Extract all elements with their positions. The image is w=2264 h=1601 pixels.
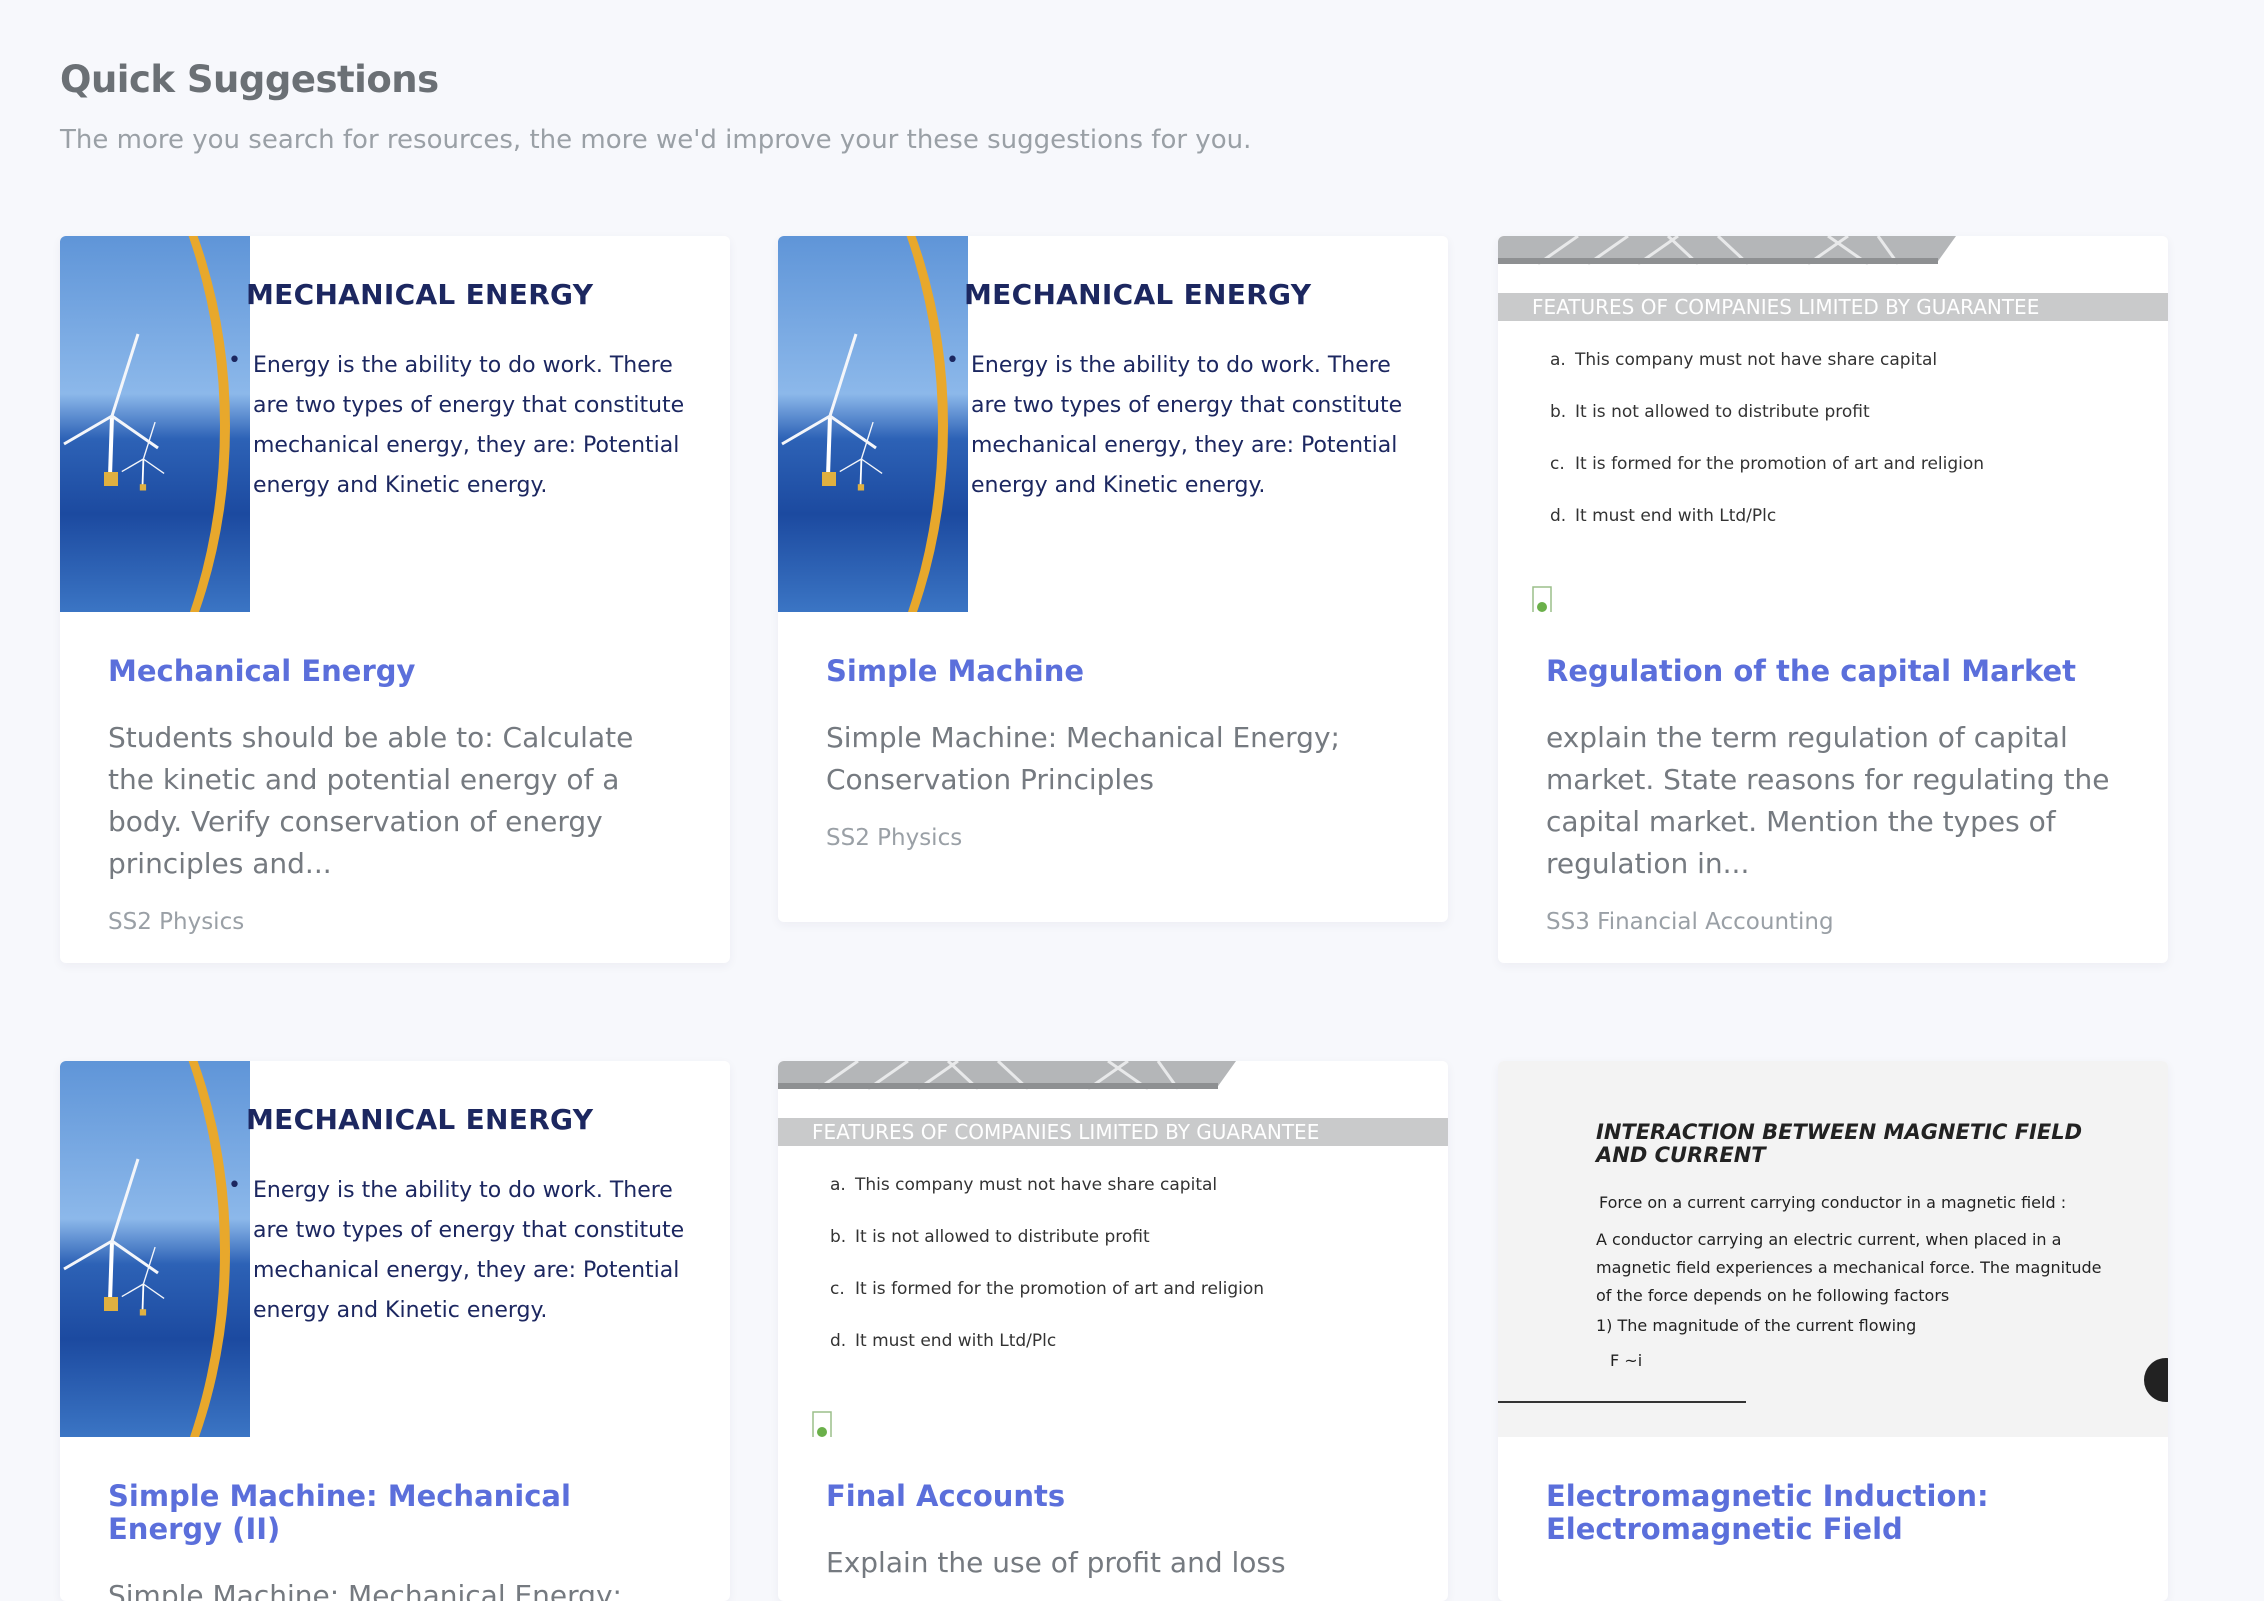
card-title-link[interactable]: Final Accounts — [826, 1480, 1400, 1513]
slide-audio-icon — [1532, 586, 1552, 612]
resource-card-capital-market[interactable]: FEATURES OF COMPANIES LIMITED BY GUARANT… — [1498, 236, 2168, 963]
card-thumbnail: FEATURES OF COMPANIES LIMITED BY GUARANT… — [1498, 236, 2168, 612]
list-item: d. It must end with Ltd/Plc — [1550, 506, 1777, 526]
bullet-icon: • — [228, 348, 241, 373]
card-thumbnail: MECHANICAL ENERGY • Energy is the abilit… — [778, 236, 1448, 612]
card-subject: SS2 Physics — [826, 825, 963, 851]
section-subtitle: The more you search for resources, the m… — [60, 125, 1252, 155]
card-title-link[interactable]: Simple Machine: Mechanical Energy (II) — [108, 1480, 682, 1546]
slide-text: Force on a current carrying conductor in… — [1599, 1193, 2067, 1212]
slide-text: 1) The magnitude of the current flowing — [1596, 1316, 1917, 1335]
card-description: Simple Machine: Mechanical Energy; — [108, 1579, 622, 1601]
card-thumbnail: MECHANICAL ENERGY • Energy is the abilit… — [60, 236, 730, 612]
slide-title: INTERACTION BETWEEN MAGNETIC FIELD AND C… — [1596, 1120, 2083, 1167]
card-title-link[interactable]: Regulation of the capital Market — [1546, 655, 2120, 688]
card-description: Explain the use of profit and loss — [826, 1546, 1286, 1579]
section-title: Quick Suggestions — [60, 58, 439, 101]
resource-card-simple-machine-ii[interactable]: MECHANICAL ENERGY • Energy is the abilit… — [60, 1061, 730, 1601]
list-item: a. This company must not have share capit… — [1550, 350, 1938, 370]
card-description: Simple Machine: Mechanical Energy; Conse… — [826, 721, 1340, 796]
list-item: d. It must end with Ltd/Plc — [830, 1331, 1057, 1351]
section-header: Quick Suggestions The more you search fo… — [60, 58, 1251, 155]
card-title-link[interactable]: Mechanical Energy — [108, 655, 682, 688]
card-subject: SS2 Physics — [108, 909, 245, 935]
carousel-next-icon[interactable] — [2144, 1358, 2168, 1402]
orange-arc — [778, 236, 948, 612]
list-item: a. This company must not have share capit… — [830, 1175, 1218, 1195]
slide-list: a. This company must not have share capit… — [830, 1175, 1264, 1383]
slide-text: F ~i — [1610, 1351, 1643, 1370]
card-thumbnail: MECHANICAL ENERGY • Energy is the abilit… — [60, 1061, 730, 1437]
slide-audio-icon — [812, 1411, 832, 1437]
resource-card-simple-machine[interactable]: MECHANICAL ENERGY • Energy is the abilit… — [778, 236, 1448, 922]
list-item: c. It is formed for the promotion of art … — [830, 1279, 1265, 1299]
bullet-icon: • — [946, 348, 959, 373]
card-description: Students should be able to: Calculate th… — [108, 721, 634, 880]
card-description: explain the term regulation of capital m… — [1546, 721, 2110, 880]
resource-card-mechanical-energy[interactable]: MECHANICAL ENERGY • Energy is the abilit… — [60, 236, 730, 963]
steel-girder-image — [1498, 236, 1956, 266]
slide-title: MECHANICAL ENERGY — [246, 278, 594, 311]
slide-title-bar: FEATURES OF COMPANIES LIMITED BY GUARANT… — [778, 1118, 1448, 1146]
slide-bullet: Energy is the ability to do work. There … — [253, 1178, 685, 1323]
slide-text: A conductor carrying an electric current… — [1596, 1230, 2102, 1305]
bullet-icon: • — [228, 1173, 241, 1198]
orange-arc — [60, 236, 230, 612]
list-item: b. It is not allowed to distribute profit — [1550, 402, 1870, 422]
resource-card-electromagnetic-induction[interactable]: INTERACTION BETWEEN MAGNETIC FIELD AND C… — [1498, 1061, 2168, 1601]
orange-arc — [60, 1061, 230, 1437]
divider — [1498, 1401, 1746, 1403]
slide-bullet: Energy is the ability to do work. There … — [253, 353, 685, 498]
slide-title-bar: FEATURES OF COMPANIES LIMITED BY GUARANT… — [1498, 293, 2168, 321]
steel-girder-image — [778, 1061, 1236, 1091]
slide-title: MECHANICAL ENERGY — [964, 278, 1312, 311]
card-title-link[interactable]: Electromagnetic Induction: Electromagnet… — [1546, 1480, 2120, 1546]
list-item: b. It is not allowed to distribute profit — [830, 1227, 1150, 1247]
resource-card-final-accounts[interactable]: FEATURES OF COMPANIES LIMITED BY GUARANT… — [778, 1061, 1448, 1601]
card-title-link[interactable]: Simple Machine — [826, 655, 1400, 688]
card-thumbnail: INTERACTION BETWEEN MAGNETIC FIELD AND C… — [1498, 1061, 2168, 1437]
slide-title: MECHANICAL ENERGY — [246, 1103, 594, 1136]
card-thumbnail: FEATURES OF COMPANIES LIMITED BY GUARANT… — [778, 1061, 1448, 1437]
slide-bullet: Energy is the ability to do work. There … — [971, 353, 1403, 498]
card-subject: SS3 Financial Accounting — [1546, 909, 1834, 935]
list-item: c. It is formed for the promotion of art … — [1550, 454, 1985, 474]
slide-list: a. This company must not have share capit… — [1550, 350, 1984, 558]
